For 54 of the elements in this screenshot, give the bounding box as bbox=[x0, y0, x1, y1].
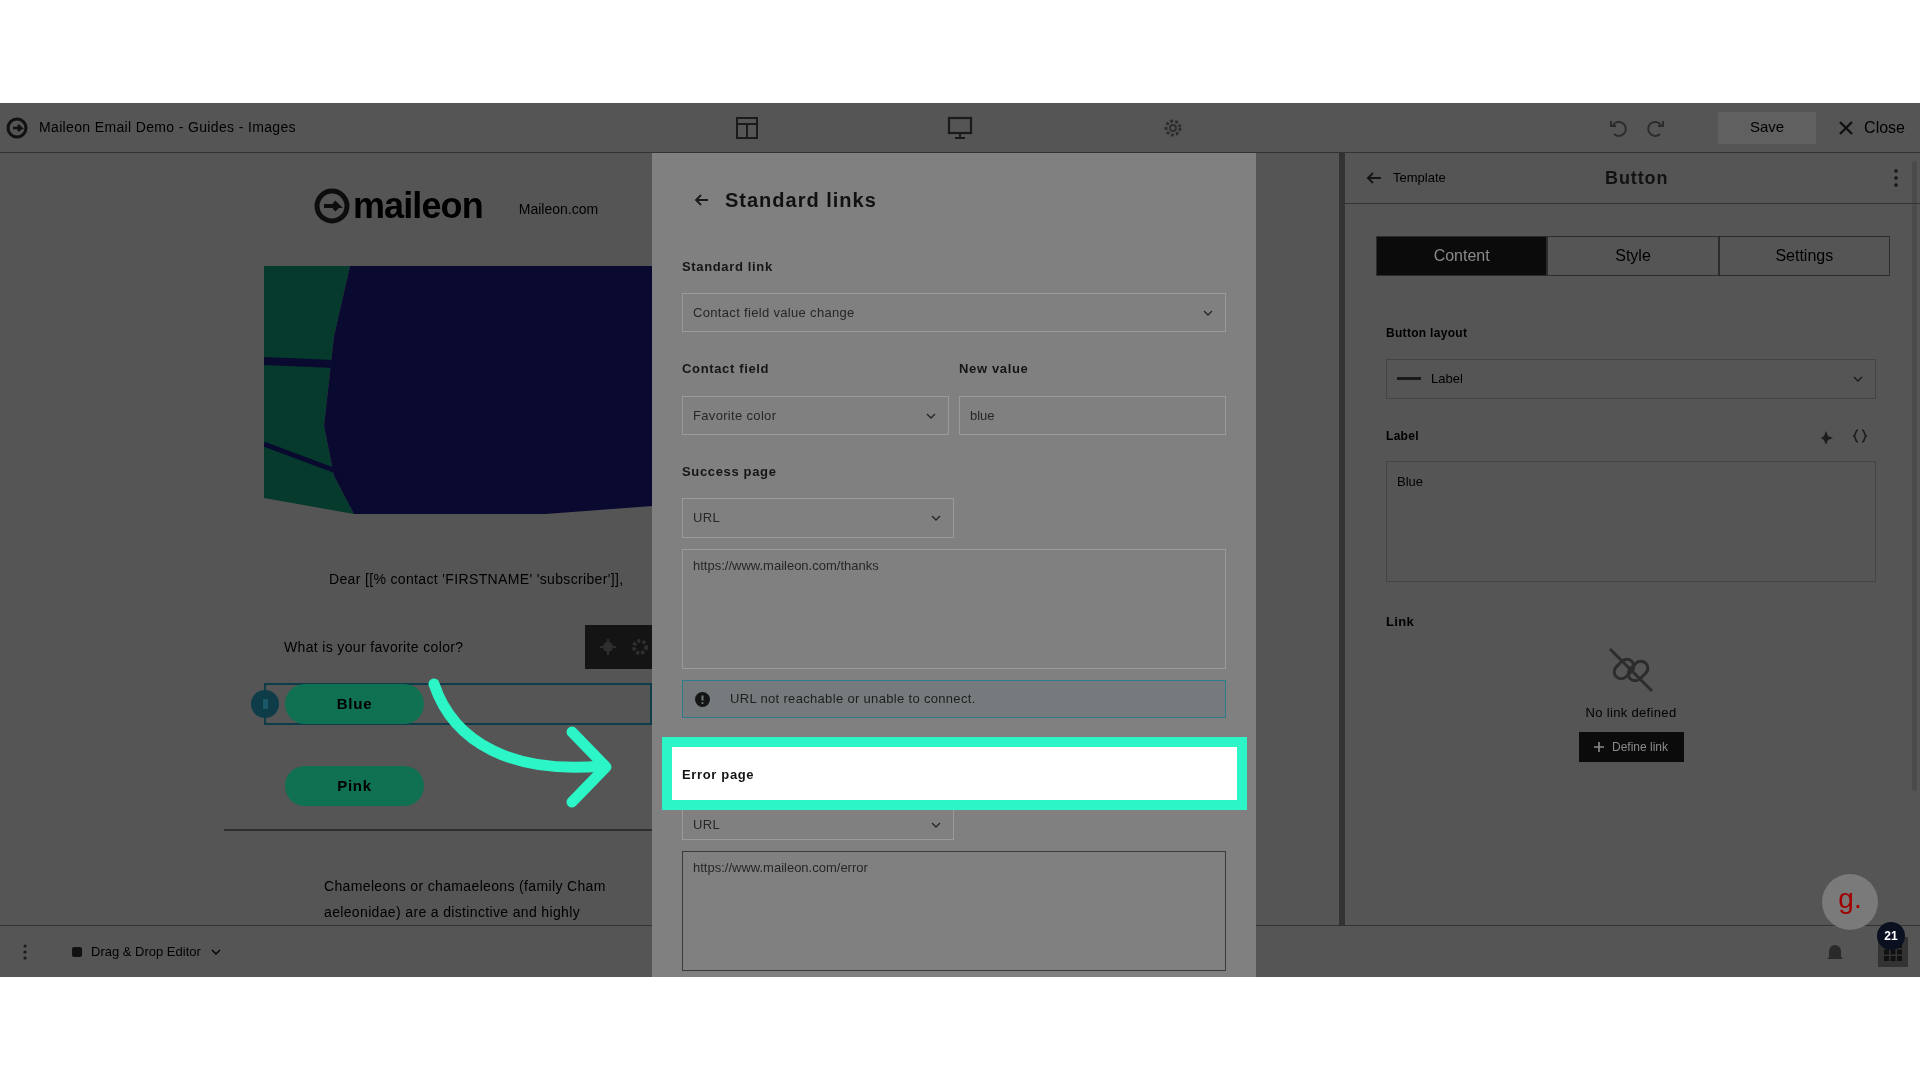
define-link-button[interactable]: Define link bbox=[1578, 732, 1684, 762]
question-text: What is your favorite color? bbox=[284, 637, 464, 657]
answer-button[interactable]: Pink bbox=[285, 766, 424, 806]
settings-icon[interactable] bbox=[631, 638, 649, 656]
warning-icon bbox=[695, 691, 710, 707]
greeting-text: Dear [[% contact 'FIRSTNAME' 'subscriber']], bbox=[329, 570, 625, 589]
new-value-field[interactable]: blue bbox=[959, 396, 1226, 435]
field-label: Link bbox=[1386, 613, 1416, 631]
plus-icon bbox=[1594, 742, 1604, 752]
monitor-icon[interactable] bbox=[947, 116, 973, 140]
field-label: Label bbox=[1386, 428, 1419, 445]
field-label: Contact field bbox=[682, 360, 771, 377]
standard-link-dropdown[interactable]: Contact field value change bbox=[682, 293, 1226, 332]
line-icon bbox=[1397, 377, 1421, 381]
more-icon[interactable] bbox=[23, 943, 27, 960]
panel-title: Button bbox=[1605, 166, 1669, 190]
drag-handle[interactable] bbox=[251, 690, 279, 718]
notification-badge: 21 bbox=[1877, 922, 1905, 950]
back-link[interactable]: Template bbox=[1365, 168, 1446, 188]
layout-icon[interactable] bbox=[735, 116, 759, 140]
body-paragraph: Chameleons or chamaeleons (family Cham aeleonidae) are a distinctive and highly bbox=[324, 877, 607, 922]
close-button[interactable]: Close bbox=[1838, 115, 1905, 140]
field-label: Success page bbox=[682, 463, 778, 480]
label-textarea[interactable]: Blue bbox=[1386, 461, 1876, 582]
url-textarea[interactable]: https://www.maileon.com/thanks bbox=[682, 549, 1226, 669]
contact-field-dropdown[interactable]: Favorite color bbox=[682, 396, 949, 435]
nav-link[interactable]: Maileon.com bbox=[518, 199, 599, 220]
tab[interactable]: Content bbox=[1376, 236, 1548, 276]
close-icon bbox=[1838, 119, 1855, 136]
field-label: Standard link bbox=[682, 258, 774, 275]
field-label: Button layout bbox=[1386, 325, 1469, 342]
empty-state-text: No link defined bbox=[1585, 703, 1677, 722]
url-textarea[interactable]: https://www.maileon.com/error bbox=[682, 851, 1226, 971]
field-label: New value bbox=[959, 360, 1030, 377]
assistant-button[interactable]: g. bbox=[1822, 874, 1878, 930]
editor-icon bbox=[71, 945, 83, 958]
page-type-dropdown[interactable]: URL bbox=[682, 498, 954, 538]
save-button[interactable]: Save bbox=[1718, 111, 1817, 144]
layout-dropdown[interactable]: Label bbox=[1386, 359, 1876, 399]
answer-button[interactable]: Blue bbox=[285, 684, 424, 724]
field-label: Error page bbox=[682, 765, 755, 783]
tab[interactable]: Settings bbox=[1718, 236, 1890, 276]
logo-icon bbox=[5, 115, 29, 140]
maileon-logo: maileon bbox=[313, 186, 483, 225]
more-icon[interactable] bbox=[1894, 169, 1898, 187]
page-type-dropdown[interactable]: URL bbox=[682, 810, 954, 840]
braces-icon[interactable] bbox=[1852, 428, 1868, 444]
editor-mode-dropdown[interactable]: Drag & Drop Editor bbox=[71, 941, 223, 962]
sparkle-icon[interactable] bbox=[599, 638, 617, 656]
back-arrow-icon[interactable] bbox=[694, 192, 710, 208]
document-title: Maileon Email Demo - Guides - Images bbox=[39, 118, 296, 137]
alert-banner: URL not reachable or unable to connect. bbox=[682, 680, 1226, 718]
dialog-title: Standard links bbox=[725, 188, 877, 213]
tab[interactable]: Style bbox=[1547, 236, 1719, 276]
